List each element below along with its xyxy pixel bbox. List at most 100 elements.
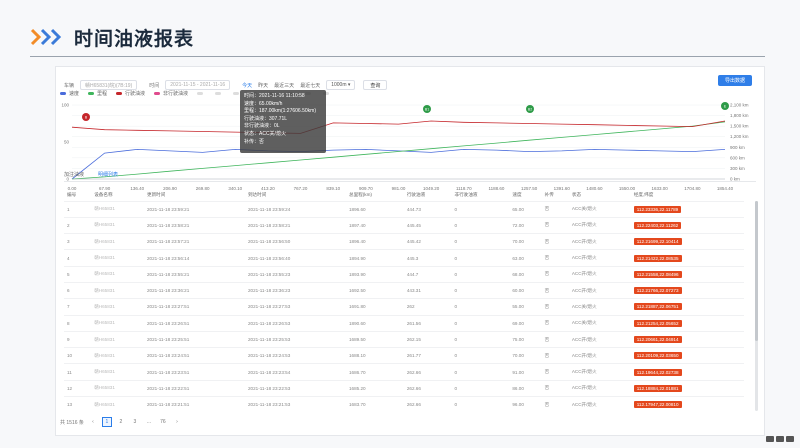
column-header[interactable]: 更新时间 <box>144 189 245 201</box>
table-cell: 赣H65831 <box>91 233 144 250</box>
table-row[interactable]: 6 赣H65831 2021-11-18 23:36:21 2021-11-18 23… <box>64 281 744 299</box>
table-cell: 261.77 <box>403 347 452 364</box>
coord-badge[interactable]: 112.19644,22.02738 <box>633 368 682 376</box>
coord-badge[interactable]: 112.17947,22.00810 <box>633 401 682 409</box>
table-cell: 12 <box>64 379 92 397</box>
table-row[interactable]: 5 赣H65831 2021-11-18 23:55:21 2021-11-18 23… <box>64 265 744 283</box>
table-cell: 10 <box>64 347 92 364</box>
coord-badge[interactable]: 112.21887,22.06751 <box>633 303 682 311</box>
table-cell: 112.20109,22.03650 <box>630 347 744 364</box>
column-header[interactable]: 非行驶油液 <box>451 189 509 201</box>
table-cell: 112.21254,22.05652 <box>630 314 744 332</box>
table-cell: 否 <box>541 249 569 267</box>
coord-badge[interactable]: 112.21254,22.05652 <box>633 319 682 327</box>
legend-item[interactable]: 里程 <box>88 90 107 97</box>
table-cell: 4 <box>64 249 92 267</box>
table-cell: 2021-11-18 23:22:53 <box>244 379 346 397</box>
table-cell: 2021-11-18 23:21:51 <box>143 396 245 413</box>
search-button[interactable]: 查询 <box>363 80 388 90</box>
table-cell: 1691.80 <box>345 298 404 316</box>
table-cell: 6 <box>64 281 92 299</box>
table-body: 1 赣H65831 2021-11-18 23:59:21 2021-11-18 23… <box>64 200 744 413</box>
table-cell: 2021-11-18 23:56:14 <box>143 249 245 267</box>
table-row[interactable]: 7 赣H65831 2021-11-18 23:27:51 2021-11-18 23… <box>64 298 744 316</box>
page-76[interactable]: 76 <box>158 417 168 427</box>
table-cell: 2021-11-18 23:55:21 <box>143 265 245 283</box>
table-scrollbar[interactable] <box>755 201 758 411</box>
column-header[interactable]: 经度,纬度 <box>631 189 744 201</box>
coord-badge[interactable]: 112.21766,22.07273 <box>633 287 682 295</box>
table-row[interactable]: 12 赣H65831 2021-11-18 23:22:51 2021-11-18 2… <box>64 379 744 397</box>
table-row[interactable]: 13 赣H65831 2021-11-18 23:21:51 2021-11-18 2… <box>64 396 744 413</box>
table-row[interactable]: 1 赣H65831 2021-11-18 23:59:21 2021-11-18 23… <box>64 200 744 218</box>
table-cell: 2021-11-18 23:25:53 <box>244 330 346 348</box>
next-page-button[interactable]: › <box>172 417 182 427</box>
table-cell: ACC开/熄火 <box>568 265 631 283</box>
page-3[interactable]: 3 <box>130 417 140 427</box>
table-cell: 0 <box>451 330 510 348</box>
table-cell: 2021-11-18 23:23:54 <box>244 363 346 381</box>
vehicle-select[interactable]: 赣H65831(皖)(7B:19) <box>80 80 138 90</box>
legend-item[interactable]: 非行驶油液 <box>154 90 188 97</box>
column-header[interactable]: 设备名称 <box>91 189 144 201</box>
legend-item[interactable] <box>197 90 206 97</box>
table-row[interactable]: 8 赣H65831 2021-11-18 23:26:51 2021-11-18 23… <box>64 314 744 332</box>
legend-item[interactable]: 行驶油液 <box>116 90 145 97</box>
coord-badge[interactable]: 112.23336,22.11789 <box>633 205 682 213</box>
column-header[interactable]: 编号 <box>64 189 91 201</box>
table-cell: 否 <box>541 363 569 381</box>
quick-7days-button[interactable]: 最近七天 <box>300 82 320 89</box>
coord-badge[interactable]: 112.20109,22.03650 <box>633 352 682 360</box>
marker-label: B2 <box>528 108 532 112</box>
slide: 时间油液报表 车辆 赣H65831(皖)(7B:19) 时间 2021-11-1… <box>0 0 800 448</box>
prev-page-button[interactable]: ‹ <box>88 417 98 427</box>
export-button[interactable]: 导出数据 <box>717 75 752 86</box>
table-cell: 0 <box>451 265 510 283</box>
table-cell: 0 <box>451 363 510 381</box>
badge-block <box>766 436 774 442</box>
table-cell: 0 <box>451 233 510 250</box>
page-ellipsis: ... <box>146 419 151 425</box>
table-cell: 112.19644,22.02738 <box>630 363 744 381</box>
table-cell: 赣H65831 <box>91 200 144 218</box>
table-cell: 445.45 <box>403 216 452 234</box>
table-row[interactable]: 2 赣H65831 2021-11-18 23:58:21 2021-11-18 23… <box>64 216 744 234</box>
table-cell: 2021-11-18 23:36:21 <box>143 281 245 299</box>
table-cell: 2021-11-18 23:21:53 <box>244 396 346 413</box>
interval-select[interactable]: 1000m ▾ <box>326 80 356 90</box>
table-row[interactable]: 4 赣H65831 2021-11-18 23:56:14 2021-11-18 23… <box>64 249 744 267</box>
legend-label: 非行驶油液 <box>163 91 189 97</box>
table-cell: 75.00 <box>509 330 542 348</box>
quick-today-button[interactable]: 今天 <box>242 82 252 89</box>
table-cell: 262.15 <box>403 330 452 348</box>
coord-badge[interactable]: 112.20661,22.04914 <box>633 336 682 344</box>
page-1[interactable]: 1 <box>101 417 112 427</box>
marker-label: B1 <box>425 108 429 112</box>
coord-badge[interactable]: 112.21422,22.08535 <box>633 254 682 262</box>
column-header[interactable]: 状态 <box>569 189 631 201</box>
y-right-tick-label: 1,200 km <box>730 134 749 139</box>
column-header[interactable]: 补传 <box>542 189 569 201</box>
page-2[interactable]: 2 <box>116 417 126 427</box>
coord-badge[interactable]: 112.22403,22.11262 <box>633 221 682 229</box>
column-header[interactable]: 总里程(km) <box>346 189 404 201</box>
table-row[interactable]: 9 赣H65831 2021-11-18 23:25:51 2021-11-18 23… <box>64 330 744 348</box>
chart-tooltip: 时间：2021-11-16 11:10:58 速度：65.00km/h 里程：187… <box>240 90 326 153</box>
coord-badge[interactable]: 112.21699,22.10414 <box>633 238 682 246</box>
table-cell: 112.21422,22.08535 <box>630 249 744 267</box>
table-row[interactable]: 10 赣H65831 2021-11-18 23:24:51 2021-11-18 2… <box>64 347 744 364</box>
legend-item[interactable] <box>215 90 224 97</box>
table-cell: 13 <box>64 396 92 413</box>
column-header[interactable]: 速度 <box>509 189 541 201</box>
table-row[interactable]: 11 赣H65831 2021-11-18 23:23:51 2021-11-18 2… <box>64 363 744 381</box>
scroll-thumb[interactable] <box>755 201 758 341</box>
legend-item[interactable]: 速度 <box>60 90 79 97</box>
coord-badge[interactable]: 112.21558,22.08496 <box>633 270 682 278</box>
date-range-input[interactable]: 2021-11-15 - 2021-11-16 <box>165 80 231 90</box>
quick-yesterday-button[interactable]: 昨天 <box>258 82 268 89</box>
quick-3days-button[interactable]: 最近三天 <box>274 82 294 89</box>
column-header[interactable]: 行驶油液 <box>404 189 452 201</box>
coord-badge[interactable]: 112.18884,22.01881 <box>633 384 682 392</box>
table-row[interactable]: 3 赣H65831 2021-11-18 23:57:21 2021-11-18 23… <box>64 233 744 250</box>
column-header[interactable]: 到达时间 <box>245 189 346 201</box>
